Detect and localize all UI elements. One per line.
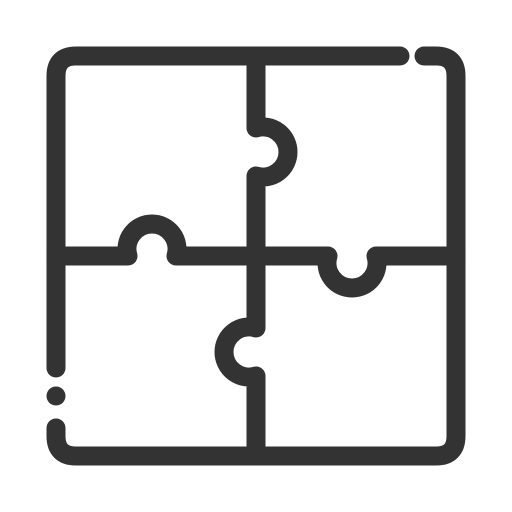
puzzle-divider-horizontal-right — [246, 246, 466, 298]
puzzle-divider-horizontal-left — [46, 214, 266, 266]
puzzle-icon — [46, 46, 466, 466]
puzzle-divider-vertical-bottom — [214, 246, 266, 466]
puzzle-frame-outline — [46, 46, 410, 378]
puzzle-divider-vertical-top — [246, 46, 298, 266]
puzzle-frame-dot — [46, 386, 66, 406]
puzzle-icon-canvas — [0, 0, 512, 512]
